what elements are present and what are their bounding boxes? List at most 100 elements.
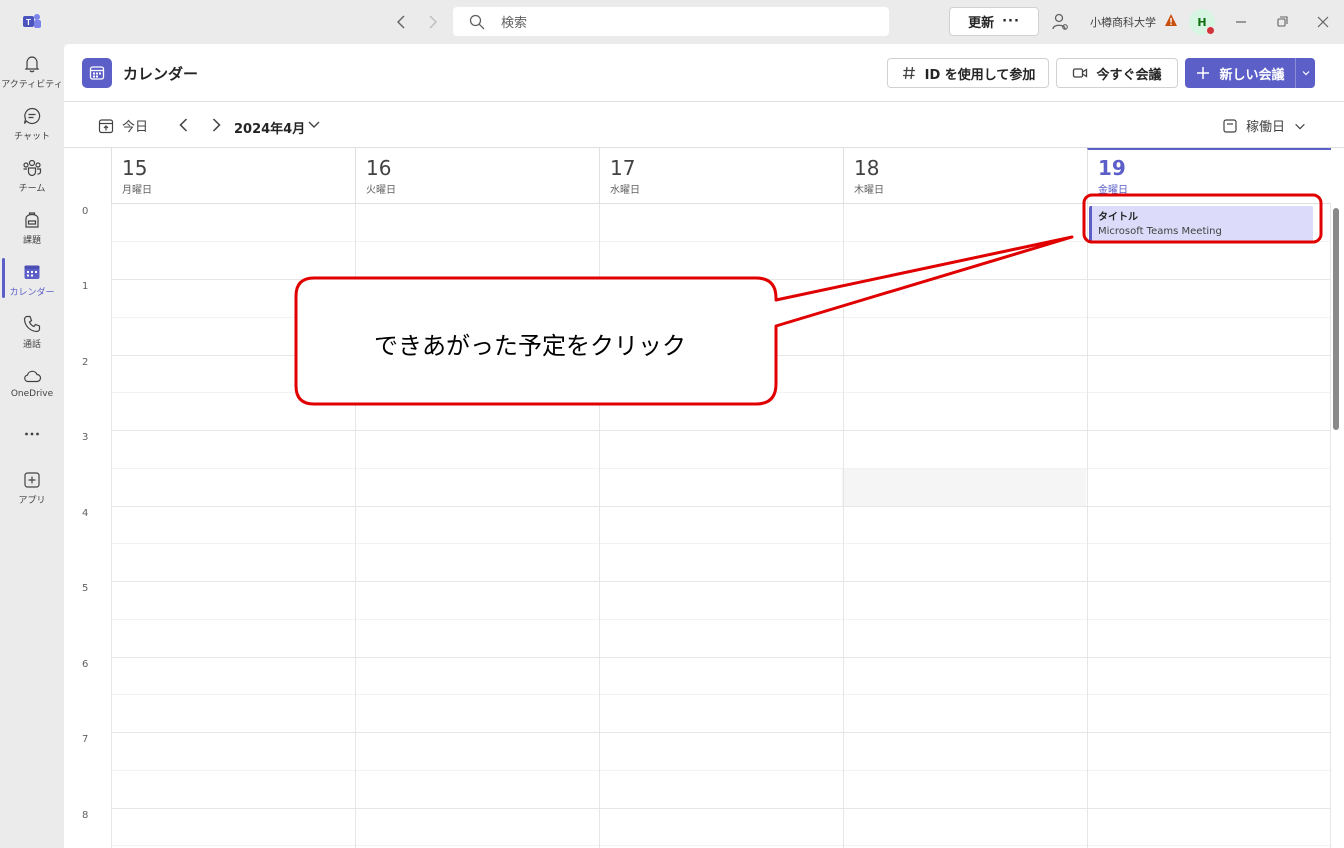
update-button[interactable]: 更新 ···: [949, 7, 1039, 36]
calendar-today-icon: [98, 118, 114, 133]
new-meeting-dropdown[interactable]: [1295, 58, 1315, 88]
teams-icon: [23, 159, 42, 177]
chat-icon: [23, 107, 41, 125]
rail-item-activity[interactable]: アクティビティ: [0, 48, 64, 100]
day-number: 17: [610, 156, 636, 180]
search-input[interactable]: 検索: [453, 7, 889, 36]
more-horizontal-icon: [25, 432, 39, 436]
calendar-toolbar: 今日 2024年4月 稼働日: [64, 103, 1344, 147]
hour-label: 4: [82, 508, 89, 519]
status-badge: [1206, 26, 1215, 35]
new-meeting-label: 新しい会議: [1219, 67, 1285, 83]
hour-label: 5: [82, 583, 89, 594]
rail-item-label: OneDrive: [10, 389, 54, 399]
hour-label: 0: [82, 206, 89, 217]
search-icon: [469, 14, 485, 29]
title-bar: T 検索 更新 ··· 小樽商科大学 H: [0, 0, 1344, 44]
rail-item-onedrive[interactable]: OneDrive: [0, 360, 64, 412]
app-rail: アクティビティ チャット チーム 課題 カレンダー 通話 OneDrive アプ…: [0, 44, 64, 848]
minimize-icon[interactable]: [1231, 12, 1251, 32]
chevron-right-icon[interactable]: [206, 115, 226, 135]
rail-item-label: チーム: [18, 184, 46, 194]
rail-item-calendar[interactable]: カレンダー: [0, 256, 64, 308]
rail-item-chat[interactable]: チャット: [0, 100, 64, 152]
day-header-tue[interactable]: 16 火曜日: [355, 148, 599, 204]
day-headers: 15 月曜日 16 火曜日 17 水曜日 18 木曜日 19 金曜日: [111, 148, 1331, 204]
hash-icon: [902, 66, 915, 80]
day-number: 19: [1098, 156, 1126, 180]
day-weekday: 金曜日: [1098, 185, 1128, 196]
cloud-icon: [24, 370, 42, 383]
month-label[interactable]: 2024年4月: [234, 118, 305, 137]
hour-label: 7: [82, 734, 89, 745]
hour-label: 2: [82, 357, 89, 368]
hour-label: 6: [82, 659, 89, 670]
close-icon[interactable]: [1313, 12, 1333, 32]
view-label: 稼働日: [1246, 120, 1286, 135]
day-weekday: 木曜日: [854, 185, 884, 196]
meet-now-label: 今すぐ会議: [1096, 67, 1162, 83]
calendar-icon: [24, 265, 40, 279]
rail-item-calls[interactable]: 通話: [0, 308, 64, 360]
teams-logo-icon: T: [23, 14, 41, 28]
hour-label: 8: [82, 810, 89, 821]
day-number: 15: [122, 156, 148, 180]
calendar-header: カレンダー ID を使用して参加 今すぐ会議 新しい会議: [64, 44, 1344, 102]
calendar-event[interactable]: タイトル Microsoft Teams Meeting: [1089, 206, 1313, 242]
phone-icon: [23, 315, 41, 333]
day-weekday: 月曜日: [122, 185, 152, 196]
rail-item-label: 通話: [22, 340, 41, 350]
svg-text:T: T: [26, 18, 31, 27]
update-label: 更新: [968, 16, 995, 31]
today-label: 今日: [122, 120, 149, 135]
day-number: 18: [854, 156, 880, 180]
video-icon: [1073, 68, 1088, 78]
add-app-icon: [24, 472, 40, 488]
view-selector[interactable]: 稼働日: [1222, 116, 1307, 135]
day-header-wed[interactable]: 17 水曜日: [599, 148, 843, 204]
meet-now-button[interactable]: 今すぐ会議: [1056, 58, 1178, 88]
main-panel: カレンダー ID を使用して参加 今すぐ会議 新しい会議 今日 2024年4月: [64, 44, 1344, 848]
rail-item-assignments[interactable]: 課題: [0, 204, 64, 256]
chevron-down-icon[interactable]: [306, 116, 322, 132]
back-arrow-icon[interactable]: [392, 12, 412, 32]
time-grid: 0 1 2 3 4 5 6 7 8 タイトル Microsoft Teams M…: [64, 204, 1344, 848]
rail-item-label: カレンダー: [9, 288, 55, 298]
hour-label: 1: [82, 281, 89, 292]
today-button[interactable]: 今日: [98, 116, 148, 135]
organization-name[interactable]: 小樽商科大学: [1090, 14, 1156, 30]
search-placeholder: 検索: [501, 16, 528, 31]
rail-item-apps[interactable]: アプリ: [0, 464, 64, 516]
event-title: タイトル: [1098, 212, 1138, 223]
day-number: 16: [366, 156, 392, 180]
calendar-app-icon: [82, 58, 112, 88]
scrollbar[interactable]: [1333, 208, 1339, 430]
rail-item-teams[interactable]: チーム: [0, 152, 64, 204]
more-icon: ···: [1002, 14, 1020, 29]
day-header-fri[interactable]: 19 金曜日: [1087, 148, 1331, 204]
restore-icon[interactable]: [1272, 12, 1292, 32]
page-title: カレンダー: [123, 65, 199, 83]
chevron-left-icon[interactable]: [174, 115, 194, 135]
forward-arrow-icon[interactable]: [422, 12, 442, 32]
day-header-thu[interactable]: 18 木曜日: [843, 148, 1087, 204]
bell-icon: [24, 56, 40, 73]
new-meeting-button[interactable]: 新しい会議: [1185, 58, 1315, 88]
join-with-id-button[interactable]: ID を使用して参加: [887, 58, 1049, 88]
plus-icon: [1197, 67, 1210, 79]
view-icon: [1223, 118, 1237, 133]
warning-icon: [1165, 14, 1177, 26]
people-settings-icon[interactable]: [1050, 12, 1070, 32]
rail-item-label: 課題: [22, 236, 41, 246]
chevron-down-icon: [1302, 71, 1309, 76]
chevron-down-icon: [1295, 123, 1305, 129]
day-weekday: 火曜日: [366, 185, 396, 196]
day-columns[interactable]: タイトル Microsoft Teams Meeting: [111, 204, 1331, 848]
day-weekday: 水曜日: [610, 185, 640, 196]
rail-item-label: アクティビティ: [1, 80, 63, 90]
day-header-mon[interactable]: 15 月曜日: [111, 148, 355, 204]
rail-item-label: チャット: [14, 132, 50, 142]
new-meeting-main[interactable]: 新しい会議: [1185, 58, 1295, 88]
rail-more-button[interactable]: [0, 418, 64, 448]
callout-text: できあがった予定をクリック: [374, 332, 686, 360]
